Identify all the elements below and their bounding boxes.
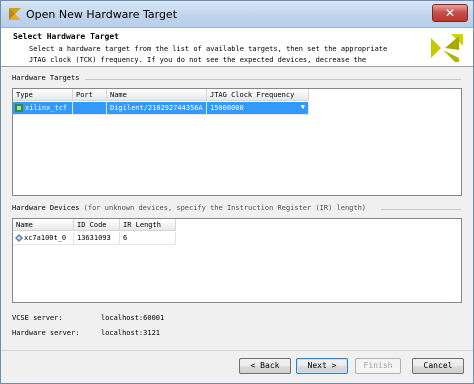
hardware-targets-label: Hardware Targets	[12, 74, 80, 82]
vivado-logo-icon	[431, 34, 463, 62]
jtag-frequency-select[interactable]: 15000000 ▼	[207, 102, 309, 115]
dialog-window: Open New Hardware Target ✕ Select Hardwa…	[0, 0, 474, 384]
cell-id-code[interactable]: 13631093	[74, 232, 120, 245]
window-title: Open New Hardware Target	[26, 8, 178, 21]
cell-type[interactable]: xilinx_tcf	[13, 102, 73, 115]
page-title: Select Hardware Target	[13, 32, 119, 41]
column-header-port[interactable]: Port	[73, 89, 107, 101]
hardware-devices-divider	[381, 209, 461, 210]
title-bar[interactable]: Open New Hardware Target ✕	[1, 1, 473, 28]
hardware-server-label: Hardware server:	[12, 329, 80, 337]
page-description: Select a hardware target from the list o…	[29, 45, 388, 64]
hardware-devices-table[interactable]: Name ID Code IR Length xc7a100t_0 136310…	[12, 218, 462, 303]
button-bar-divider	[1, 350, 473, 351]
hardware-targets-table[interactable]: Type Port Name JTAG Clock Frequency xili…	[12, 88, 462, 196]
app-icon	[9, 8, 21, 20]
hardware-devices-note: (for unknown devices, specify the Instru…	[79, 204, 367, 212]
cell-port[interactable]	[73, 102, 107, 115]
column-header-id-code[interactable]: ID Code	[74, 219, 120, 231]
cell-type-text: xilinx_tcf	[25, 104, 68, 112]
chevron-down-icon[interactable]: ▼	[301, 103, 305, 111]
finish-button[interactable]: Finish	[355, 358, 401, 374]
column-header-jtag-frequency[interactable]: JTAG Clock Frequency	[207, 89, 309, 101]
cancel-button[interactable]: Cancel	[412, 358, 464, 374]
hardware-devices-label: Hardware Devices	[12, 204, 80, 212]
column-header-name[interactable]: Name	[107, 89, 207, 101]
cell-device-name-text: xc7a100t_0	[24, 234, 67, 242]
back-button[interactable]: < Back	[239, 358, 291, 374]
cell-name[interactable]: Digilent/210292744356A	[107, 102, 207, 115]
vcse-server-label: VCSE server:	[12, 314, 63, 322]
close-button[interactable]: ✕	[432, 4, 468, 22]
hardware-devices-heading: Hardware Devices (for unknown devices, s…	[12, 204, 366, 212]
wizard-header: Select Hardware Target Select a hardware…	[1, 28, 473, 67]
vcse-server-value: localhost:60001	[101, 314, 165, 322]
ir-length-field[interactable]: 6	[120, 232, 176, 245]
hardware-server-value: localhost:3121	[101, 329, 161, 337]
next-button[interactable]: Next >	[296, 358, 348, 374]
hardware-targets-divider	[85, 79, 461, 80]
cell-device-name[interactable]: xc7a100t_0	[13, 232, 74, 245]
target-icon	[15, 104, 23, 112]
fpga-chip-icon	[15, 234, 23, 242]
jtag-frequency-value: 15000000	[210, 104, 244, 112]
column-header-type[interactable]: Type	[13, 89, 73, 101]
column-header-ir-length[interactable]: IR Length	[120, 219, 176, 231]
column-header-device-name[interactable]: Name	[13, 219, 74, 231]
